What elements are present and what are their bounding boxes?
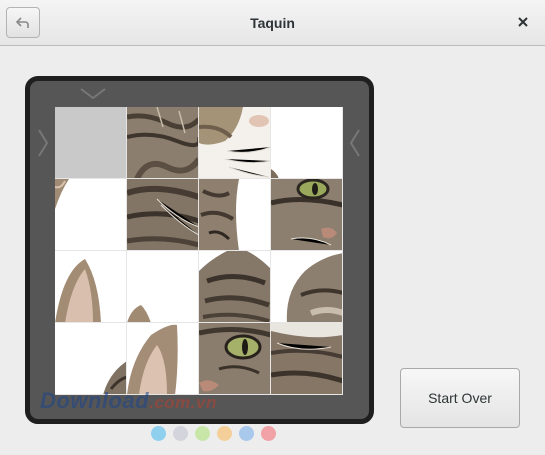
puzzle-tile[interactable] (199, 251, 271, 323)
page-dot[interactable] (173, 426, 188, 441)
puzzle-tile[interactable] (199, 107, 271, 179)
puzzle-tile[interactable] (127, 107, 199, 179)
watermark: Download.com.vn (40, 388, 217, 414)
start-over-button[interactable]: Start Over (400, 368, 520, 428)
puzzle-tile[interactable] (127, 179, 199, 251)
puzzle-tile[interactable] (271, 323, 343, 395)
header-bar: Taquin (0, 0, 545, 46)
puzzle-tile[interactable] (271, 251, 343, 323)
watermark-suffix: .com.vn (149, 393, 217, 412)
puzzle-tile[interactable] (55, 323, 127, 395)
puzzle-tile[interactable] (127, 251, 199, 323)
puzzle-tile[interactable] (55, 179, 127, 251)
close-icon (518, 17, 528, 27)
puzzle-tile[interactable] (271, 107, 343, 179)
puzzle-tile[interactable] (199, 179, 271, 251)
window-title: Taquin (250, 15, 295, 31)
page-indicator-dots (151, 426, 276, 441)
chevron-left-icon[interactable] (348, 128, 362, 158)
puzzle-tile[interactable] (55, 251, 127, 323)
puzzle-tile[interactable] (199, 323, 271, 395)
page-dot[interactable] (195, 426, 210, 441)
close-button[interactable] (515, 13, 531, 31)
puzzle-empty-slot[interactable] (55, 107, 127, 179)
page-dot[interactable] (217, 426, 232, 441)
puzzle-tile[interactable] (271, 179, 343, 251)
puzzle-tile[interactable] (127, 323, 199, 395)
chevron-right-icon[interactable] (36, 128, 50, 158)
page-dot[interactable] (151, 426, 166, 441)
watermark-text: Download (40, 388, 150, 413)
page-dot[interactable] (239, 426, 254, 441)
page-dot[interactable] (261, 426, 276, 441)
chevron-down-icon[interactable] (79, 87, 107, 101)
puzzle-grid (55, 107, 343, 395)
